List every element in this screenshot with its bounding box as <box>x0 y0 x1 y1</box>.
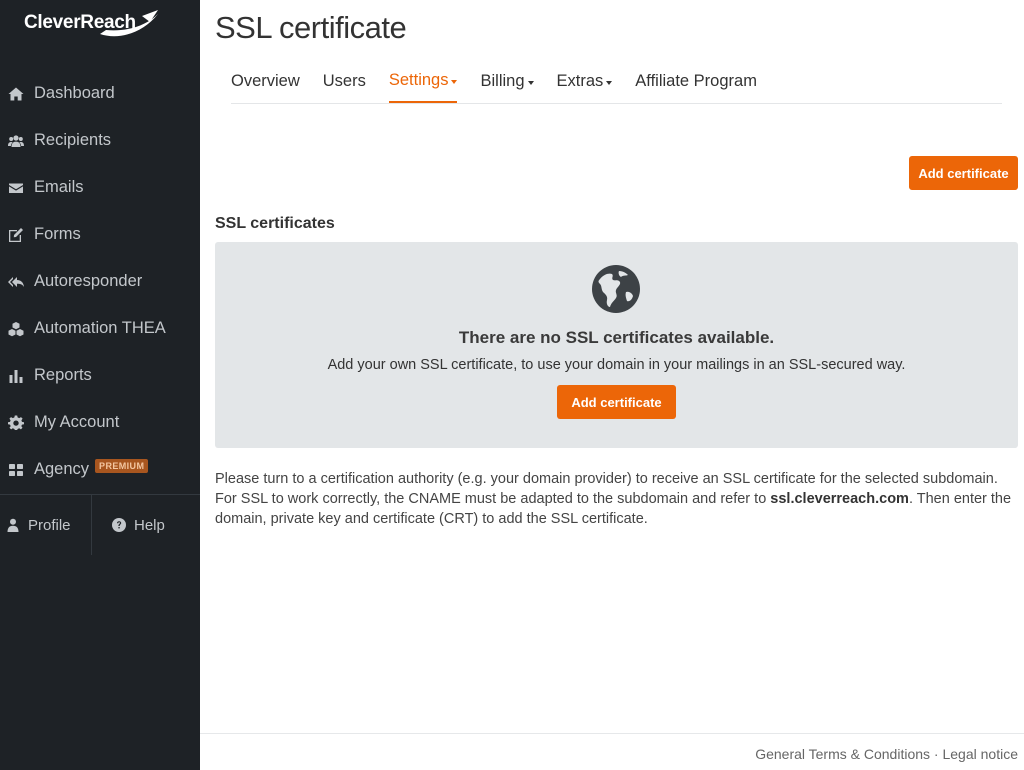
tab-label: Extras <box>556 72 604 90</box>
help-link[interactable]: Help <box>92 495 165 555</box>
sidebar-item-label: Recipients <box>34 131 112 149</box>
footer-links: General Terms & Conditions · Legal notic… <box>755 746 1018 762</box>
logo-swoosh-icon <box>100 10 158 37</box>
tab-overview[interactable]: Overview <box>231 60 300 103</box>
globe-icon <box>592 265 640 313</box>
sidebar-item-label: Forms <box>34 225 81 243</box>
sidebar-item-label: Reports <box>34 366 92 384</box>
section-title: SSL certificates <box>215 215 335 232</box>
sidebar-footer: Profile Help <box>0 494 200 555</box>
tab-billing[interactable]: Billing <box>480 60 534 103</box>
sidebar-item-label: Emails <box>34 178 84 196</box>
empty-state: There are no SSL certificates available.… <box>215 242 1018 448</box>
sidebar-item-dashboard[interactable]: Dashboard <box>0 70 200 117</box>
tab-label: Billing <box>480 72 525 90</box>
tab-users[interactable]: Users <box>323 60 366 103</box>
envelope-icon <box>7 179 25 197</box>
sidebar-item-recipients[interactable]: Recipients <box>0 117 200 164</box>
sidebar-item-my-account[interactable]: My Account <box>0 399 200 446</box>
user-icon <box>7 518 19 532</box>
premium-badge: PREMIUM <box>95 458 149 473</box>
tab-label: Overview <box>231 72 300 90</box>
tab-affiliate-program[interactable]: Affiliate Program <box>635 60 757 103</box>
home-icon <box>7 85 25 103</box>
sidebar-item-automation-thea[interactable]: Automation THEA <box>0 305 200 352</box>
add-certificate-button[interactable]: Add certificate <box>909 156 1018 190</box>
empty-state-text: Add your own SSL certificate, to use you… <box>327 357 906 373</box>
gear-icon <box>7 414 25 432</box>
page-footer: General Terms & Conditions · Legal notic… <box>200 733 1024 770</box>
sidebar-item-reports[interactable]: Reports <box>0 352 200 399</box>
sidebar-item-label: My Account <box>34 413 120 431</box>
sidebar: CleverReach Dashboard Recipients Emails <box>0 0 200 770</box>
terms-link[interactable]: General Terms & Conditions <box>755 746 930 762</box>
sidebar-item-agency[interactable]: Agency PREMIUM <box>0 446 200 493</box>
tab-bar: Overview Users Settings Billing Extras A… <box>231 60 1002 104</box>
edit-icon <box>7 226 25 244</box>
tab-label: Settings <box>388 71 449 89</box>
sidebar-item-label: Autoresponder <box>34 272 143 290</box>
caret-down-icon <box>527 80 534 85</box>
question-circle-icon <box>112 518 126 532</box>
users-icon <box>7 132 25 150</box>
sidebar-item-label: Dashboard <box>34 84 115 102</box>
caret-down-icon <box>451 79 458 84</box>
info-domain: ssl.cleverreach.com <box>770 491 909 507</box>
tab-extras[interactable]: Extras <box>557 60 613 103</box>
profile-label: Profile <box>28 516 71 534</box>
logo[interactable]: CleverReach <box>24 6 158 40</box>
empty-state-title: There are no SSL certificates available. <box>458 328 775 347</box>
sidebar-item-autoresponder[interactable]: Autoresponder <box>0 258 200 305</box>
sidebar-nav: Dashboard Recipients Emails Forms Autore… <box>0 70 200 493</box>
tab-label: Affiliate Program <box>635 72 757 90</box>
cubes-icon <box>7 320 25 338</box>
grid-icon <box>7 461 25 479</box>
help-label: Help <box>134 516 165 534</box>
sidebar-item-forms[interactable]: Forms <box>0 211 200 258</box>
profile-link[interactable]: Profile <box>0 495 92 555</box>
reply-all-icon <box>7 273 25 291</box>
page-title: SSL certificate <box>215 10 407 45</box>
main-content: SSL certificate Overview Users Settings … <box>200 0 1024 770</box>
sidebar-item-emails[interactable]: Emails <box>0 164 200 211</box>
bar-chart-icon <box>7 367 25 385</box>
legal-notice-link[interactable]: Legal notice <box>942 746 1018 762</box>
sidebar-item-label: Agency <box>34 460 90 478</box>
tab-label: Users <box>322 72 366 90</box>
info-text: Please turn to a certification authority… <box>215 469 1015 529</box>
tab-settings[interactable]: Settings <box>388 60 458 103</box>
sidebar-item-label: Automation THEA <box>34 319 166 337</box>
footer-separator: · <box>933 746 939 762</box>
caret-down-icon <box>606 80 613 85</box>
add-certificate-button-empty[interactable]: Add certificate <box>557 385 676 419</box>
